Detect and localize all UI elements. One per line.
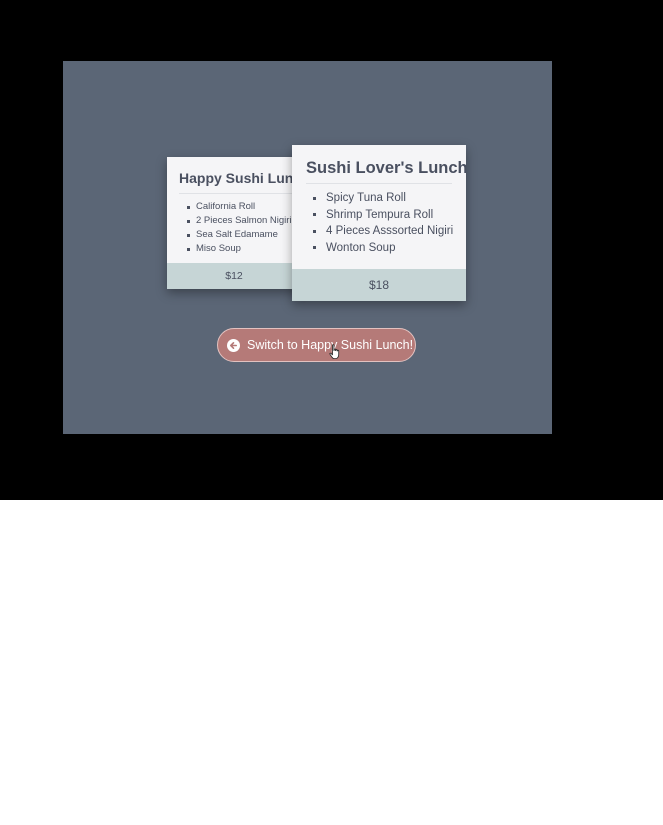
price-bar: $12: [167, 263, 301, 289]
arrow-left-circle-icon: [227, 338, 240, 352]
menu-item: Miso Soup: [187, 242, 301, 256]
price-bar: $18: [292, 269, 466, 301]
menu-card-happy-sushi-lunch[interactable]: Happy Sushi Lunch California Roll 2 Piec…: [167, 157, 301, 289]
menu-item-list: California Roll 2 Pieces Salmon Nigiri S…: [167, 194, 301, 256]
card-title: Sushi Lover's Lunch: [306, 159, 466, 177]
menu-card-sushi-lovers-lunch[interactable]: Sushi Lover's Lunch Spicy Tuna Roll Shri…: [292, 145, 466, 301]
menu-item: 2 Pieces Salmon Nigiri: [187, 214, 301, 228]
menu-item: Shrimp Tempura Roll: [313, 207, 466, 224]
menu-item: California Roll: [187, 200, 301, 214]
hand-pointer-icon: [329, 344, 341, 360]
menu-item-list: Spicy Tuna Roll Shrimp Tempura Roll 4 Pi…: [292, 184, 466, 256]
switch-menu-button[interactable]: Switch to Happy Sushi Lunch!: [217, 328, 416, 362]
demo-stage: Happy Sushi Lunch California Roll 2 Piec…: [63, 61, 552, 434]
menu-item: 4 Pieces Asssorted Nigiri: [313, 223, 466, 240]
menu-item: Sea Salt Edamame: [187, 228, 301, 242]
menu-item: Wonton Soup: [313, 240, 466, 257]
card-title: Happy Sushi Lunch: [179, 170, 301, 186]
menu-item: Spicy Tuna Roll: [313, 190, 466, 207]
